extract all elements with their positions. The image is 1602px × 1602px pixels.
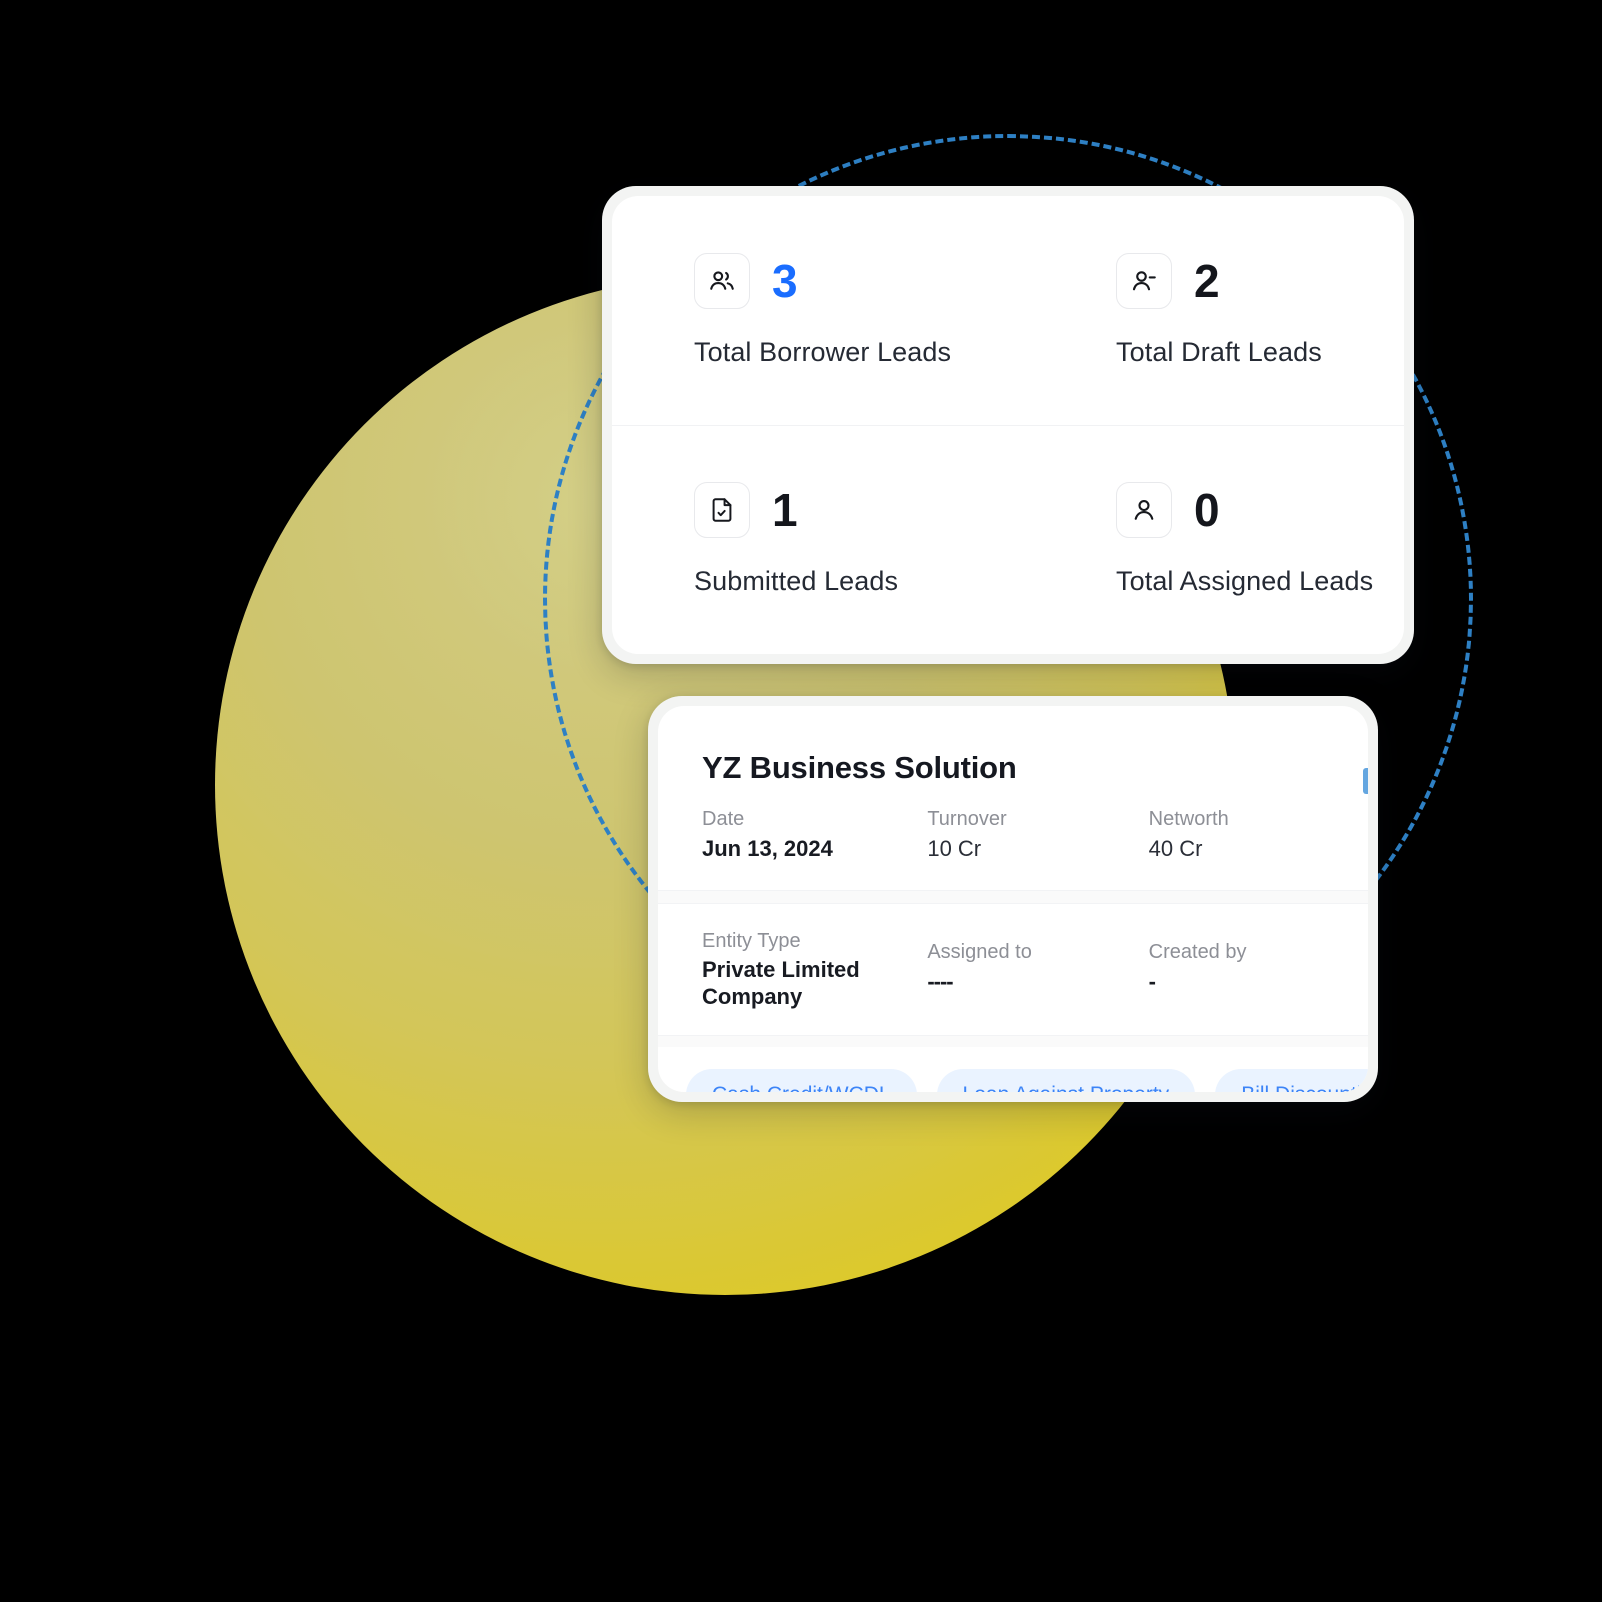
meta-value: Private Limited Company — [702, 956, 860, 1010]
user-icon — [1116, 482, 1172, 539]
divider — [658, 1034, 1368, 1047]
page-title: YZ Business Solution — [702, 750, 1017, 785]
meta-date: Date Jun 13, 2024 — [702, 806, 927, 864]
users-icon — [694, 252, 750, 309]
divider — [658, 889, 1368, 904]
stat-total-borrower-leads[interactable]: 3 Total Borrower Leads — [612, 252, 1024, 368]
meta-value: 10 Cr — [927, 836, 982, 861]
stat-total-draft-leads[interactable]: 2 Total Draft Leads — [1024, 252, 1404, 368]
stats-grid: 3 Total Borrower Leads 2 Total Draft Lea… — [612, 196, 1404, 654]
stat-head: 0 — [1116, 482, 1404, 539]
stat-label: Total Draft Leads — [1116, 336, 1322, 367]
stat-value: 2 — [1194, 254, 1220, 307]
stat-total-assigned-leads[interactable]: 0 Total Assigned Leads — [1024, 482, 1404, 597]
user-minus-icon — [1116, 252, 1172, 309]
stat-label: Total Assigned Leads — [1116, 566, 1374, 597]
meta-turnover: Turnover 10 Cr — [927, 806, 1148, 864]
meta-networth: Networth 40 Cr — [1149, 806, 1368, 864]
product-chip[interactable]: Bill Discounting Purchase — [1215, 1068, 1368, 1092]
stat-label: Total Borrower Leads — [694, 336, 952, 367]
lead-meta-row-secondary: Entity Type Private Limited Company Assi… — [658, 904, 1368, 1011]
lead-detail-card: YZ Business Solution Date Jun 13, 2024 T… — [648, 696, 1378, 1102]
meta-label: Turnover — [927, 808, 1007, 830]
stat-head: 1 — [694, 482, 1024, 539]
meta-entity-type: Entity Type Private Limited Company — [702, 928, 927, 1011]
screenshot-stage: 3 Total Borrower Leads 2 Total Draft Lea… — [0, 0, 1602, 1602]
document-check-icon — [694, 482, 750, 539]
stats-row-bottom: 1 Submitted Leads 0 Total Assigned Leads — [612, 426, 1404, 655]
meta-label: Networth — [1148, 808, 1229, 830]
lead-stats-card: 3 Total Borrower Leads 2 Total Draft Lea… — [602, 186, 1414, 664]
meta-label: Entity Type — [702, 929, 801, 952]
lead-stats-card-body: 3 Total Borrower Leads 2 Total Draft Lea… — [612, 196, 1404, 654]
product-chip[interactable]: Cash Credit/WCDL — [686, 1068, 917, 1092]
lead-header: YZ Business Solution Date Jun 13, 2024 T… — [658, 706, 1368, 864]
meta-value: Jun 13, 2024 — [702, 836, 833, 861]
stat-value: 3 — [772, 254, 798, 307]
meta-value: 40 Cr — [1148, 836, 1203, 861]
meta-assigned-to: Assigned to ---- — [927, 928, 1148, 997]
meta-value: ---- — [927, 968, 953, 994]
meta-created-by: Created by - — [1149, 928, 1368, 997]
product-chip[interactable]: Loan Against Property — [936, 1068, 1196, 1092]
stat-label: Submitted Leads — [694, 566, 899, 597]
meta-label: Created by — [1148, 940, 1247, 963]
meta-label: Date — [702, 808, 745, 830]
product-chip-list: Cash Credit/WCDL Loan Against Property B… — [658, 1047, 1368, 1092]
status-badge — [1363, 768, 1368, 794]
stats-row-top: 3 Total Borrower Leads 2 Total Draft Lea… — [612, 196, 1404, 426]
meta-value: - — [1148, 968, 1156, 994]
stat-value: 1 — [772, 484, 798, 537]
lead-detail-card-body: YZ Business Solution Date Jun 13, 2024 T… — [658, 706, 1368, 1092]
stat-head: 2 — [1116, 252, 1404, 309]
lead-meta-row-primary: Date Jun 13, 2024 Turnover 10 Cr Networt… — [702, 806, 1368, 864]
stat-value: 0 — [1194, 484, 1220, 537]
stat-head: 3 — [694, 252, 1024, 309]
stat-submitted-leads[interactable]: 1 Submitted Leads — [612, 482, 1024, 597]
meta-label: Assigned to — [927, 940, 1032, 963]
